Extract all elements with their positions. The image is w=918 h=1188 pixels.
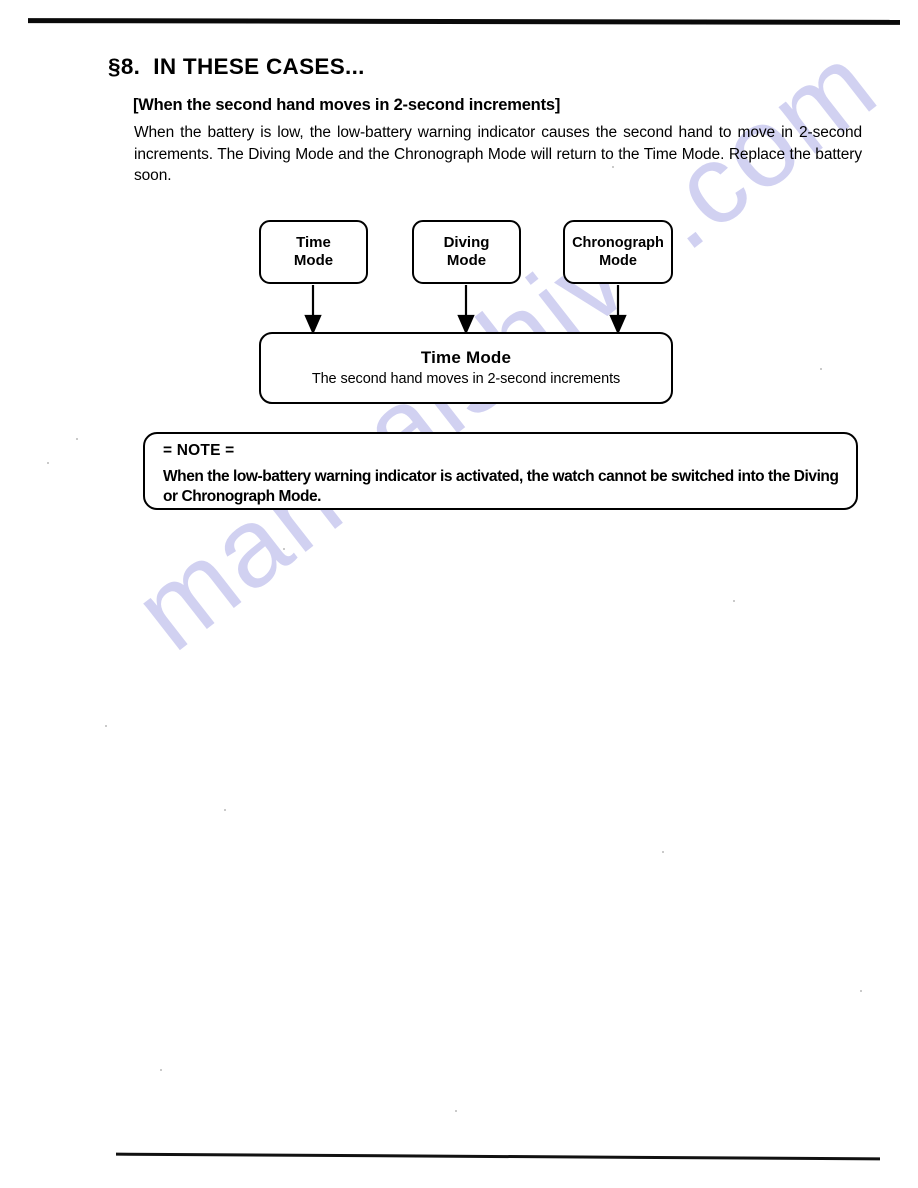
flow-arrows (304, 285, 627, 335)
diagram-node-diving-mode: Diving Mode (412, 220, 521, 284)
mode-flow-diagram: Time Mode Diving Mode Chronograph Mode T… (0, 0, 918, 1188)
diagram-node-label: Diving Mode (443, 234, 490, 269)
diagram-node-label: Chronograph Mode (572, 235, 664, 269)
diagram-node-label: Time Mode (293, 234, 334, 269)
diagram-node-result-time-mode: Time Mode The second hand moves in 2-sec… (259, 332, 673, 404)
page-content: §8. IN THESE CASES... [When the second h… (0, 0, 918, 1188)
diagram-node-chronograph-mode: Chronograph Mode (563, 220, 673, 284)
note-callout: = NOTE = When the low-battery warning in… (143, 432, 858, 510)
diagram-node-time-mode: Time Mode (259, 220, 368, 284)
diagram-result-subtitle: The second hand moves in 2-second increm… (311, 370, 621, 387)
diagram-result-title: Time Mode (420, 347, 512, 367)
note-text: When the low-battery warning indicator i… (163, 468, 839, 505)
note-header: = NOTE = (163, 442, 235, 459)
manual-page: manualshive.com §8. IN THESE CASES... [W… (0, 0, 918, 1188)
